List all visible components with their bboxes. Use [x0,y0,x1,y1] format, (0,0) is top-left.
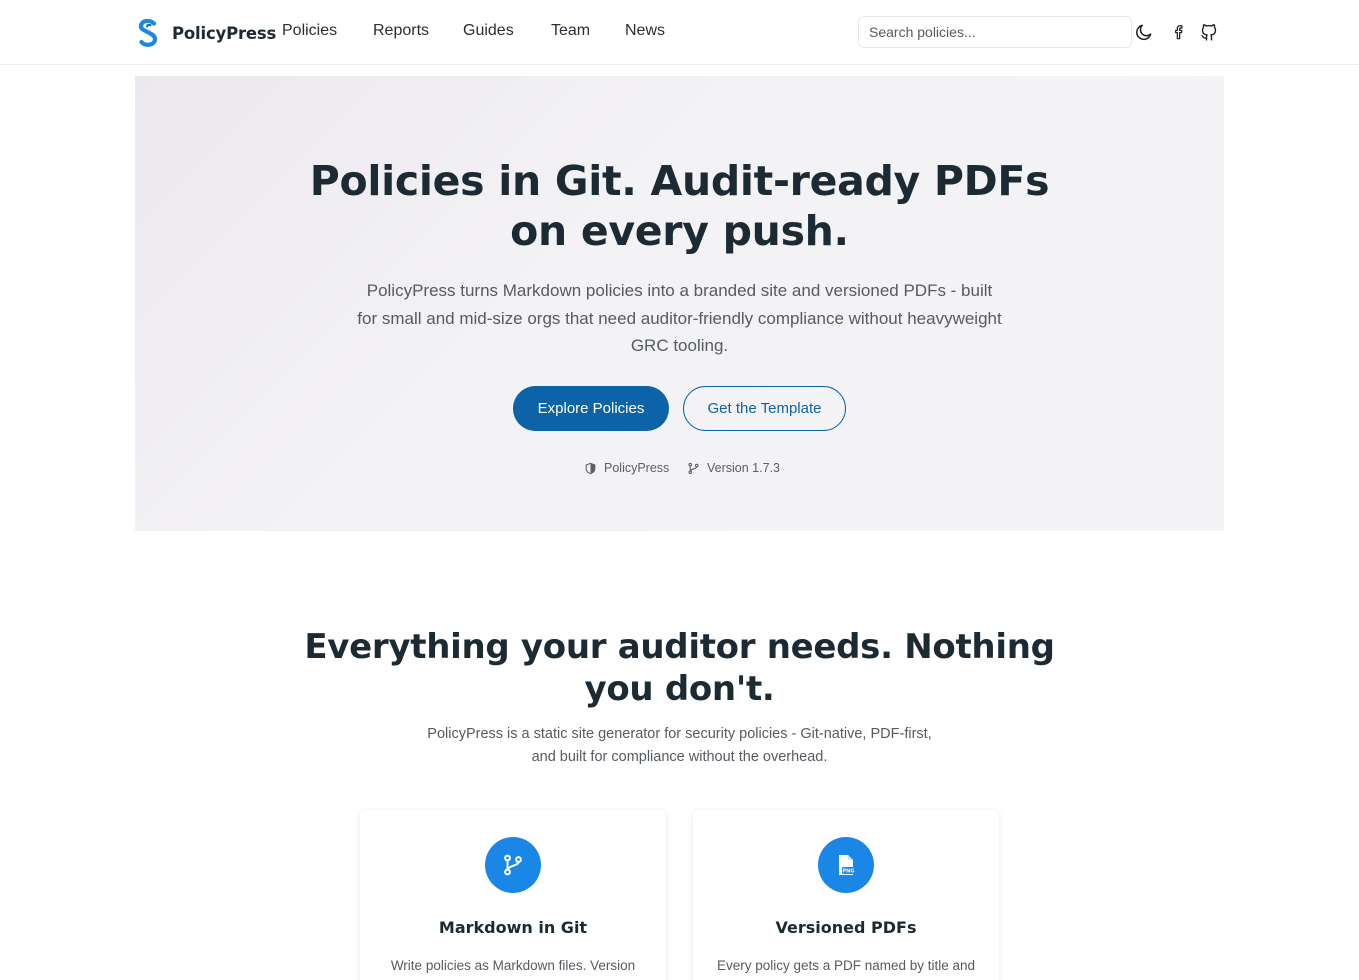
site-header: PolicyPress Policies Reports Guides Team… [0,0,1359,65]
brand-name: PolicyPress [172,23,277,43]
meta-version: Version 1.7.3 [687,459,780,477]
hero-title: Policies in Git. Audit-ready PDFs on eve… [0,156,1359,256]
hero-title-line1: Policies in Git. Audit-ready PDFs [309,157,1050,205]
feature-icon-circle: PNG [818,837,874,893]
features-title: Everything your auditor needs. Nothing y… [0,626,1359,710]
feature-card-pdfs: PNG Versioned PDFs Every policy gets a P… [693,810,999,980]
feature-card-markdown: Markdown in Git Write policies as Markdo… [360,810,666,980]
features-title-line1: Everything your auditor needs. Nothing [304,627,1055,667]
meta-version-label: Version 1.7.3 [707,461,780,475]
git-branch-icon [504,854,522,876]
feature-card-text: Every policy gets a PDF named by title a… [716,958,976,973]
features-title-line2: you don't. [584,669,775,709]
explore-policies-button[interactable]: Explore Policies [513,386,669,431]
file-png-icon: PNG [839,855,855,875]
brand-link[interactable]: PolicyPress [137,17,276,49]
feature-icon-circle [485,837,541,893]
feature-card-title: Versioned PDFs [775,918,917,937]
shield-icon [585,462,596,474]
get-template-button[interactable]: Get the Template [683,386,846,431]
git-branch-icon [688,462,699,474]
moon-icon[interactable] [1134,22,1154,42]
nav-reports[interactable]: Reports [373,22,429,40]
search-input[interactable] [858,16,1132,48]
meta-brand-label: PolicyPress [604,461,670,475]
features-subtitle: PolicyPress is a static site generator f… [427,726,932,765]
facebook-icon[interactable] [1169,22,1189,42]
hero-subtitle: PolicyPress turns Markdown policies into… [357,281,1002,355]
nav-news[interactable]: News [625,22,665,40]
feature-card-title: Markdown in Git [438,918,588,937]
github-icon[interactable] [1199,22,1219,42]
policypress-logo-icon [138,18,158,47]
hero-title-line2: on every push. [510,207,849,255]
meta-brand: PolicyPress [584,459,669,477]
nav-team[interactable]: Team [551,22,590,40]
nav-policies[interactable]: Policies [282,22,337,40]
svg-text:PNG: PNG [843,869,855,875]
feature-card-text: Write policies as Markdown files. Versio… [390,958,636,973]
nav-guides[interactable]: Guides [463,22,514,40]
